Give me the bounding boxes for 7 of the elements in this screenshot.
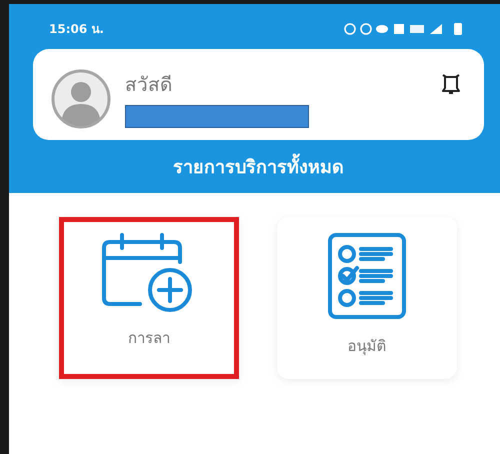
bell-icon[interactable] (442, 73, 460, 96)
avatar-icon (51, 69, 111, 130)
status-time: 15:06 น. (49, 21, 104, 38)
service-tile[interactable]: การลา (59, 217, 239, 379)
section-title: รายการบริการทั้งหมด (33, 152, 484, 181)
greeting-text: สวัสดี (125, 73, 173, 98)
checklist-icon (327, 232, 407, 320)
